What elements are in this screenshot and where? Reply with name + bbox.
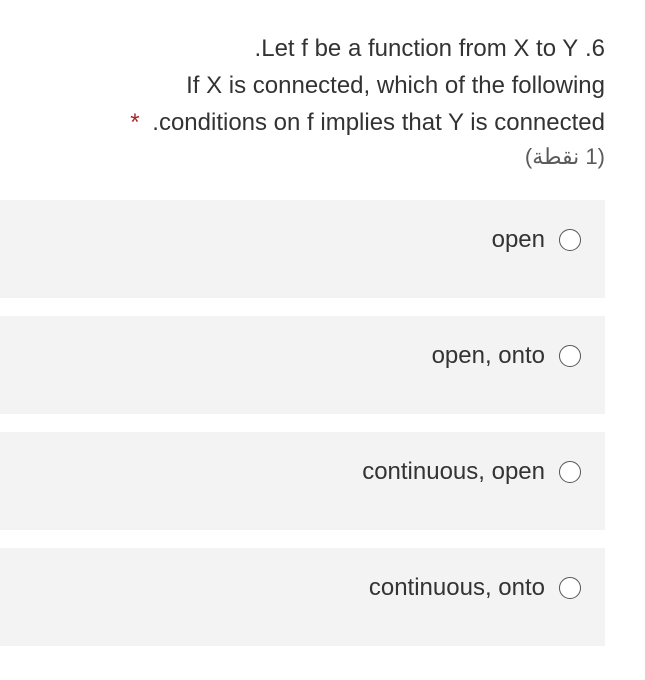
option-item[interactable]: open, onto	[0, 316, 605, 414]
option-item[interactable]: continuous, open	[0, 432, 605, 530]
question-line2: If X is connected, which of the followin…	[186, 72, 605, 99]
question-line3: conditions on f implies that Y is connec…	[152, 109, 605, 136]
option-label: open, onto	[432, 342, 545, 370]
question-line1: 6. Let f be a function from X to Y.	[255, 35, 605, 62]
option-item[interactable]: continuous, onto	[0, 548, 605, 646]
question-text: 6. Let f be a function from X to Y. If X…	[0, 30, 605, 142]
radio-icon[interactable]	[559, 577, 581, 599]
option-item[interactable]: open	[0, 200, 605, 298]
option-label: continuous, open	[362, 458, 545, 486]
options-list: open open, onto continuous, open continu…	[0, 200, 605, 646]
radio-icon[interactable]	[559, 461, 581, 483]
radio-icon[interactable]	[559, 229, 581, 251]
required-indicator: *	[130, 109, 139, 136]
question-block: 6. Let f be a function from X to Y. If X…	[0, 30, 605, 170]
points-label: (1 نقطة)	[0, 144, 605, 170]
option-label: open	[492, 226, 545, 254]
option-label: continuous, onto	[369, 574, 545, 602]
radio-icon[interactable]	[559, 345, 581, 367]
